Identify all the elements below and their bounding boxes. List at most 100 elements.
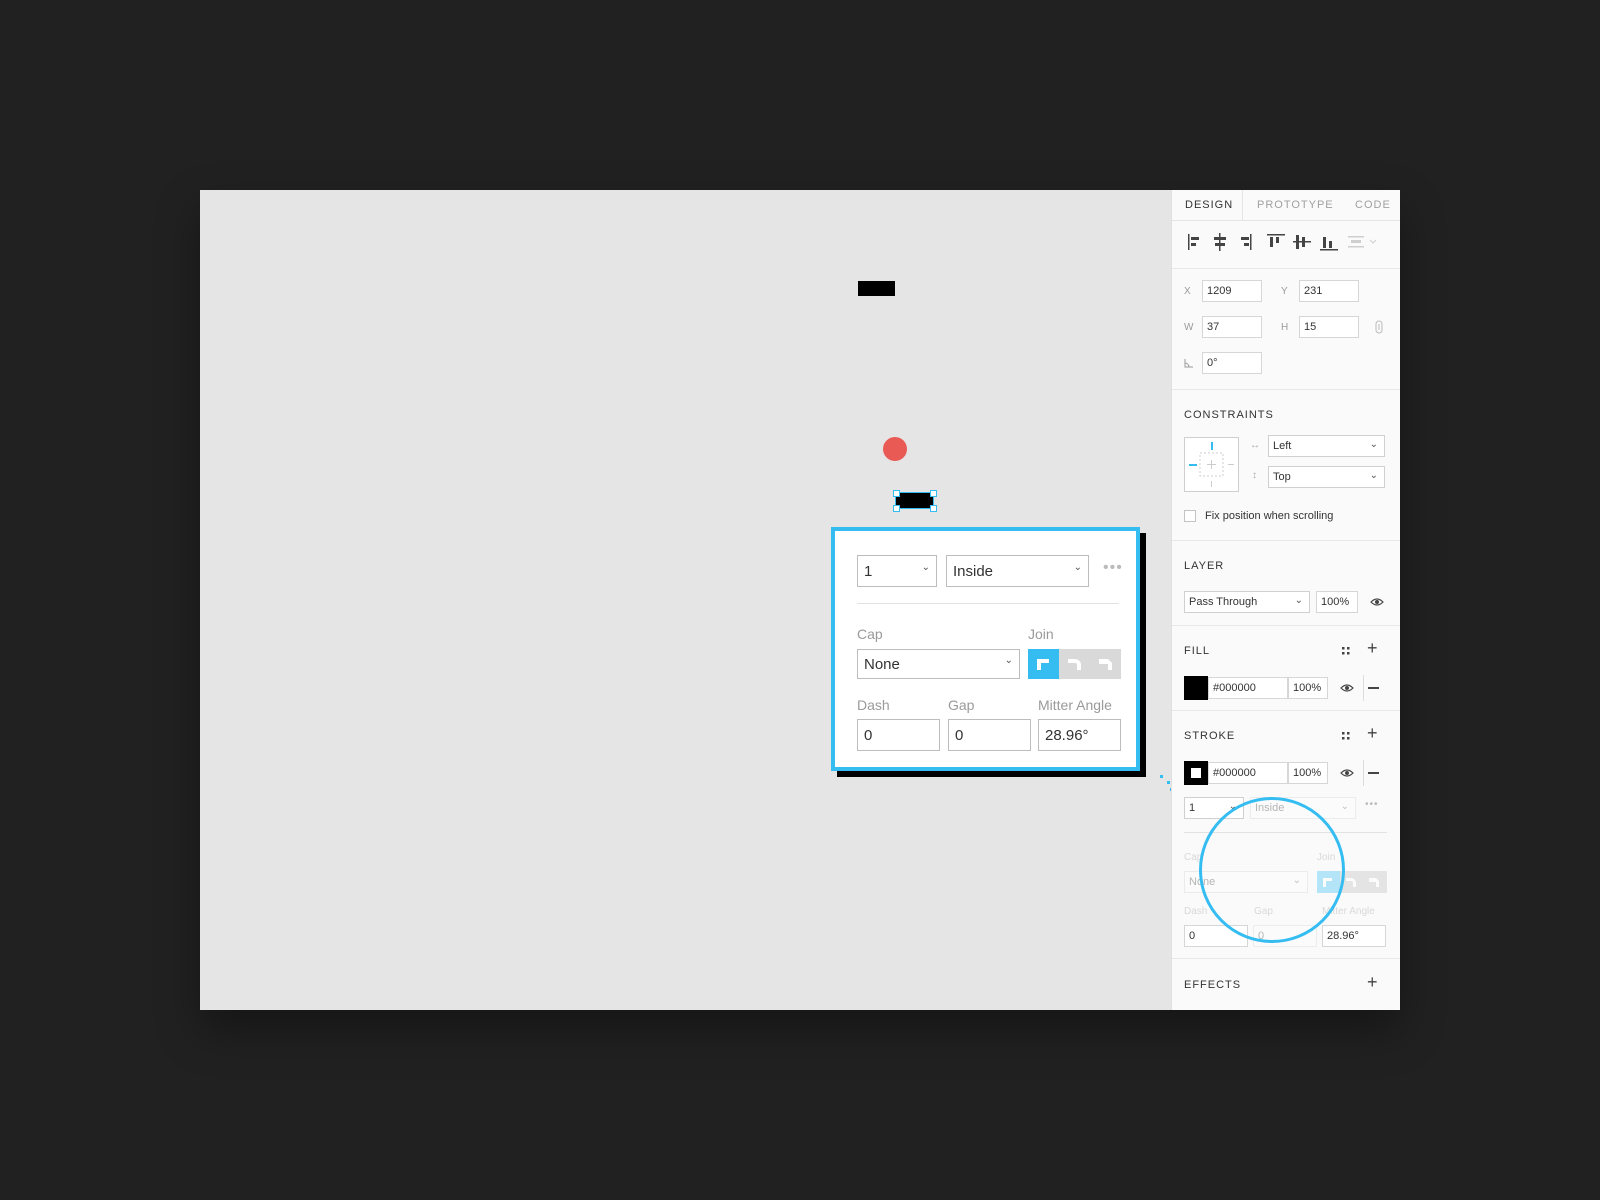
vertical-constraint-select[interactable]: Top ⌄ (1268, 466, 1385, 488)
chevron-down-icon: ⌄ (1369, 439, 1378, 450)
chevron-down-icon: ⌄ (1340, 801, 1349, 812)
constrain-proportions-icon[interactable] (1374, 320, 1384, 334)
constraints-widget[interactable] (1184, 437, 1239, 492)
add-fill-icon[interactable]: + (1367, 638, 1378, 659)
align-top-icon[interactable] (1267, 234, 1285, 247)
focus-highlight-circle (1199, 797, 1345, 943)
align-left-icon[interactable] (1188, 234, 1199, 250)
dash-label: Dash (1184, 906, 1208, 917)
eye-icon[interactable] (1340, 767, 1354, 779)
divider (1172, 710, 1400, 711)
join-round-icon (1068, 659, 1081, 670)
horizontal-constraint-value: Left (1273, 440, 1292, 452)
x-input[interactable]: 1209 (1202, 280, 1262, 302)
fill-hex-input[interactable]: #000000 (1208, 677, 1288, 699)
cap-label: Cap (857, 626, 883, 642)
join-round-button[interactable] (1059, 649, 1090, 679)
fill-color-swatch[interactable] (1184, 676, 1208, 700)
style-grid-icon[interactable] (1340, 645, 1352, 657)
layer-title: LAYER (1184, 560, 1225, 572)
mitter-angle-label: Mitter Angle (1038, 697, 1112, 713)
chevron-down-icon: ⌄ (1073, 562, 1082, 573)
dash-input[interactable]: 0 (857, 719, 940, 751)
cap-select[interactable]: None ⌄ (857, 649, 1020, 679)
stroke-weight-select[interactable]: 1 ⌄ (857, 555, 937, 587)
rectangle-top[interactable] (858, 281, 895, 296)
style-grid-icon[interactable] (1340, 730, 1352, 742)
vertical-constraint-icon: ↕ (1252, 470, 1257, 481)
divider (1172, 268, 1400, 269)
add-stroke-icon[interactable]: + (1367, 723, 1378, 744)
add-effect-icon[interactable]: + (1367, 972, 1378, 993)
more-options-icon[interactable]: ••• (1103, 559, 1123, 577)
y-input[interactable]: 231 (1299, 280, 1359, 302)
constraints-diagram-icon (1189, 442, 1234, 487)
align-center-h-icon[interactable] (1214, 233, 1226, 251)
dash-label: Dash (857, 697, 890, 713)
horizontal-constraint-select[interactable]: Left ⌄ (1268, 435, 1385, 457)
effects-title: EFFECTS (1184, 979, 1242, 991)
stroke-title: STROKE (1184, 730, 1236, 742)
w-input[interactable]: 37 (1202, 316, 1262, 338)
divider (857, 603, 1119, 604)
h-input[interactable]: 15 (1299, 316, 1359, 338)
more-options-icon[interactable]: ••• (1365, 799, 1379, 810)
stroke-swatch-inner (1191, 768, 1201, 778)
stroke-settings-zoom-callout: 1 ⌄ Inside ⌄ ••• Cap Join None ⌄ Dash Ga… (831, 527, 1140, 771)
stroke-color-swatch[interactable] (1184, 761, 1208, 785)
mitter-angle-input[interactable]: 28.96° (1038, 719, 1121, 751)
selected-rectangle[interactable] (895, 492, 934, 509)
constraints-title: CONSTRAINTS (1184, 409, 1274, 421)
join-buttons (1028, 649, 1121, 679)
chevron-down-icon: ⌄ (921, 562, 930, 573)
properties-panel: DESIGN PROTOTYPE CODE X 1209 Y 231 W 37 … (1171, 190, 1400, 1010)
join-bevel-button[interactable] (1090, 649, 1121, 679)
divider (1363, 760, 1364, 786)
fix-position-checkbox[interactable] (1184, 510, 1196, 522)
stroke-opacity-input[interactable]: 100% (1288, 762, 1328, 784)
fill-title: FILL (1184, 645, 1211, 657)
stroke-position-select[interactable]: Inside ⌄ (946, 555, 1089, 587)
panel-tabs: DESIGN PROTOTYPE CODE (1172, 190, 1400, 221)
gap-input[interactable]: 0 (948, 719, 1031, 751)
divider (1172, 540, 1400, 541)
join-bevel-icon (1369, 878, 1379, 887)
blend-mode-value: Pass Through (1189, 596, 1258, 608)
selection-handle[interactable] (893, 505, 900, 512)
rotation-input[interactable]: 0° (1202, 352, 1262, 374)
eye-icon[interactable] (1340, 682, 1354, 694)
selection-handle[interactable] (930, 490, 937, 497)
layer-opacity-input[interactable]: 100% (1316, 591, 1358, 613)
remove-fill-icon[interactable] (1368, 687, 1379, 689)
gap-label: Gap (948, 697, 975, 713)
join-label: Join (1028, 626, 1054, 642)
tab-divider (1242, 190, 1243, 220)
x-label: X (1184, 286, 1191, 297)
blend-mode-select[interactable]: Pass Through ⌄ (1184, 591, 1310, 613)
mitter-angle-input[interactable]: 28.96° (1322, 925, 1386, 947)
alignment-toolbar (1188, 233, 1377, 251)
join-miter-icon (1037, 659, 1049, 670)
fix-position-label: Fix position when scrolling (1205, 510, 1334, 522)
align-middle-v-icon[interactable] (1293, 235, 1311, 249)
tab-prototype[interactable]: PROTOTYPE (1257, 199, 1334, 211)
distribute-icon[interactable] (1348, 236, 1377, 248)
canvas[interactable]: 1 ⌄ Inside ⌄ ••• Cap Join None ⌄ Dash Ga… (200, 190, 1184, 1010)
fill-opacity-input[interactable]: 100% (1288, 677, 1328, 699)
remove-stroke-icon[interactable] (1368, 772, 1379, 774)
join-miter-button[interactable] (1028, 649, 1059, 679)
stroke-weight-value: 1 (864, 563, 873, 580)
stroke-hex-input[interactable]: #000000 (1208, 762, 1288, 784)
tab-code[interactable]: CODE (1355, 199, 1391, 211)
join-bevel-icon (1099, 659, 1112, 670)
eye-icon[interactable] (1370, 596, 1384, 608)
editor-window: 1 ⌄ Inside ⌄ ••• Cap Join None ⌄ Dash Ga… (200, 190, 1400, 1010)
red-dot[interactable] (883, 437, 907, 461)
align-right-icon[interactable] (1241, 234, 1252, 250)
tab-design[interactable]: DESIGN (1185, 199, 1233, 211)
y-label: Y (1281, 286, 1288, 297)
selection-handle[interactable] (930, 505, 937, 512)
selection-handle[interactable] (893, 490, 900, 497)
join-bevel-button[interactable] (1363, 871, 1387, 893)
align-bottom-icon[interactable] (1320, 237, 1338, 251)
